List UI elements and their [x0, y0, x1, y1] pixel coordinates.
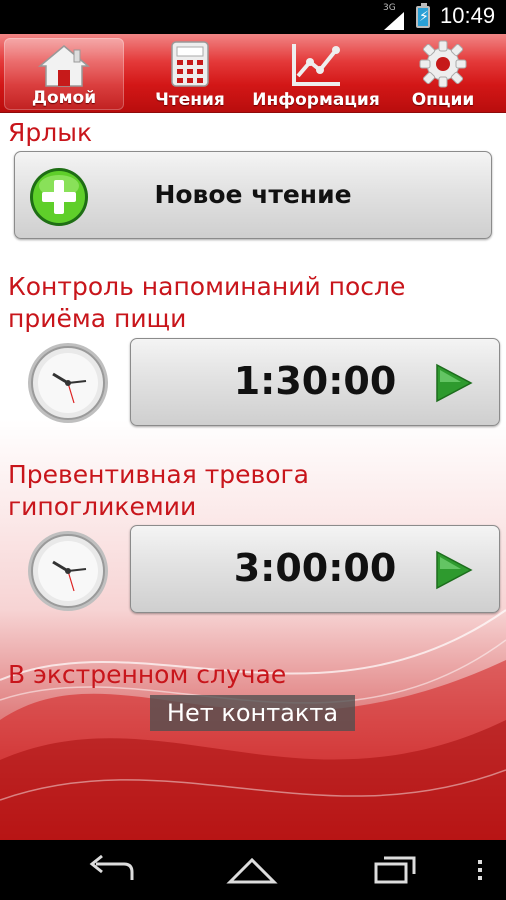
new-reading-label: Новое чтение [154, 180, 352, 209]
recent-apps-icon[interactable] [366, 850, 426, 890]
tab-options[interactable]: Опции [400, 34, 486, 112]
play-icon [435, 550, 473, 594]
line-chart-icon [288, 40, 344, 92]
battery-icon: ⚡ [416, 3, 430, 28]
emergency-heading: В экстренном случае [8, 660, 287, 689]
clock-icon [26, 529, 110, 617]
emergency-contact[interactable]: Нет контакта [150, 695, 355, 731]
clock-time: 10:49 [440, 3, 496, 28]
home-icon [36, 44, 92, 92]
clock-icon [26, 341, 110, 429]
post-meal-timer-button[interactable]: 1:30:00 [130, 338, 500, 426]
back-icon[interactable] [82, 850, 142, 890]
status-bar: 3G ⚡ 10:49 [0, 0, 506, 34]
signal-icon [384, 12, 404, 30]
play-icon [435, 363, 473, 407]
tab-home[interactable]: Домой [4, 38, 124, 110]
hypo-alarm-timer-button[interactable]: 3:00:00 [130, 525, 500, 613]
new-reading-button[interactable]: Новое чтение [14, 151, 492, 239]
overflow-menu-icon[interactable] [470, 850, 490, 890]
gear-icon [419, 40, 467, 92]
hypo-alarm-heading: Превентивная тревога гипогликемии [8, 460, 310, 521]
tab-information[interactable]: Информация [252, 34, 380, 112]
post-meal-heading: Контроль напоминаний после приёма пищи [8, 272, 406, 333]
calculator-icon [168, 40, 212, 92]
system-nav-bar [0, 840, 506, 900]
shortcut-heading: Ярлык [8, 118, 93, 147]
top-tab-bar: Домой Чтения Информация Опции [0, 34, 506, 113]
tab-readings[interactable]: Чтения [148, 34, 232, 112]
home-nav-icon[interactable] [222, 850, 282, 890]
